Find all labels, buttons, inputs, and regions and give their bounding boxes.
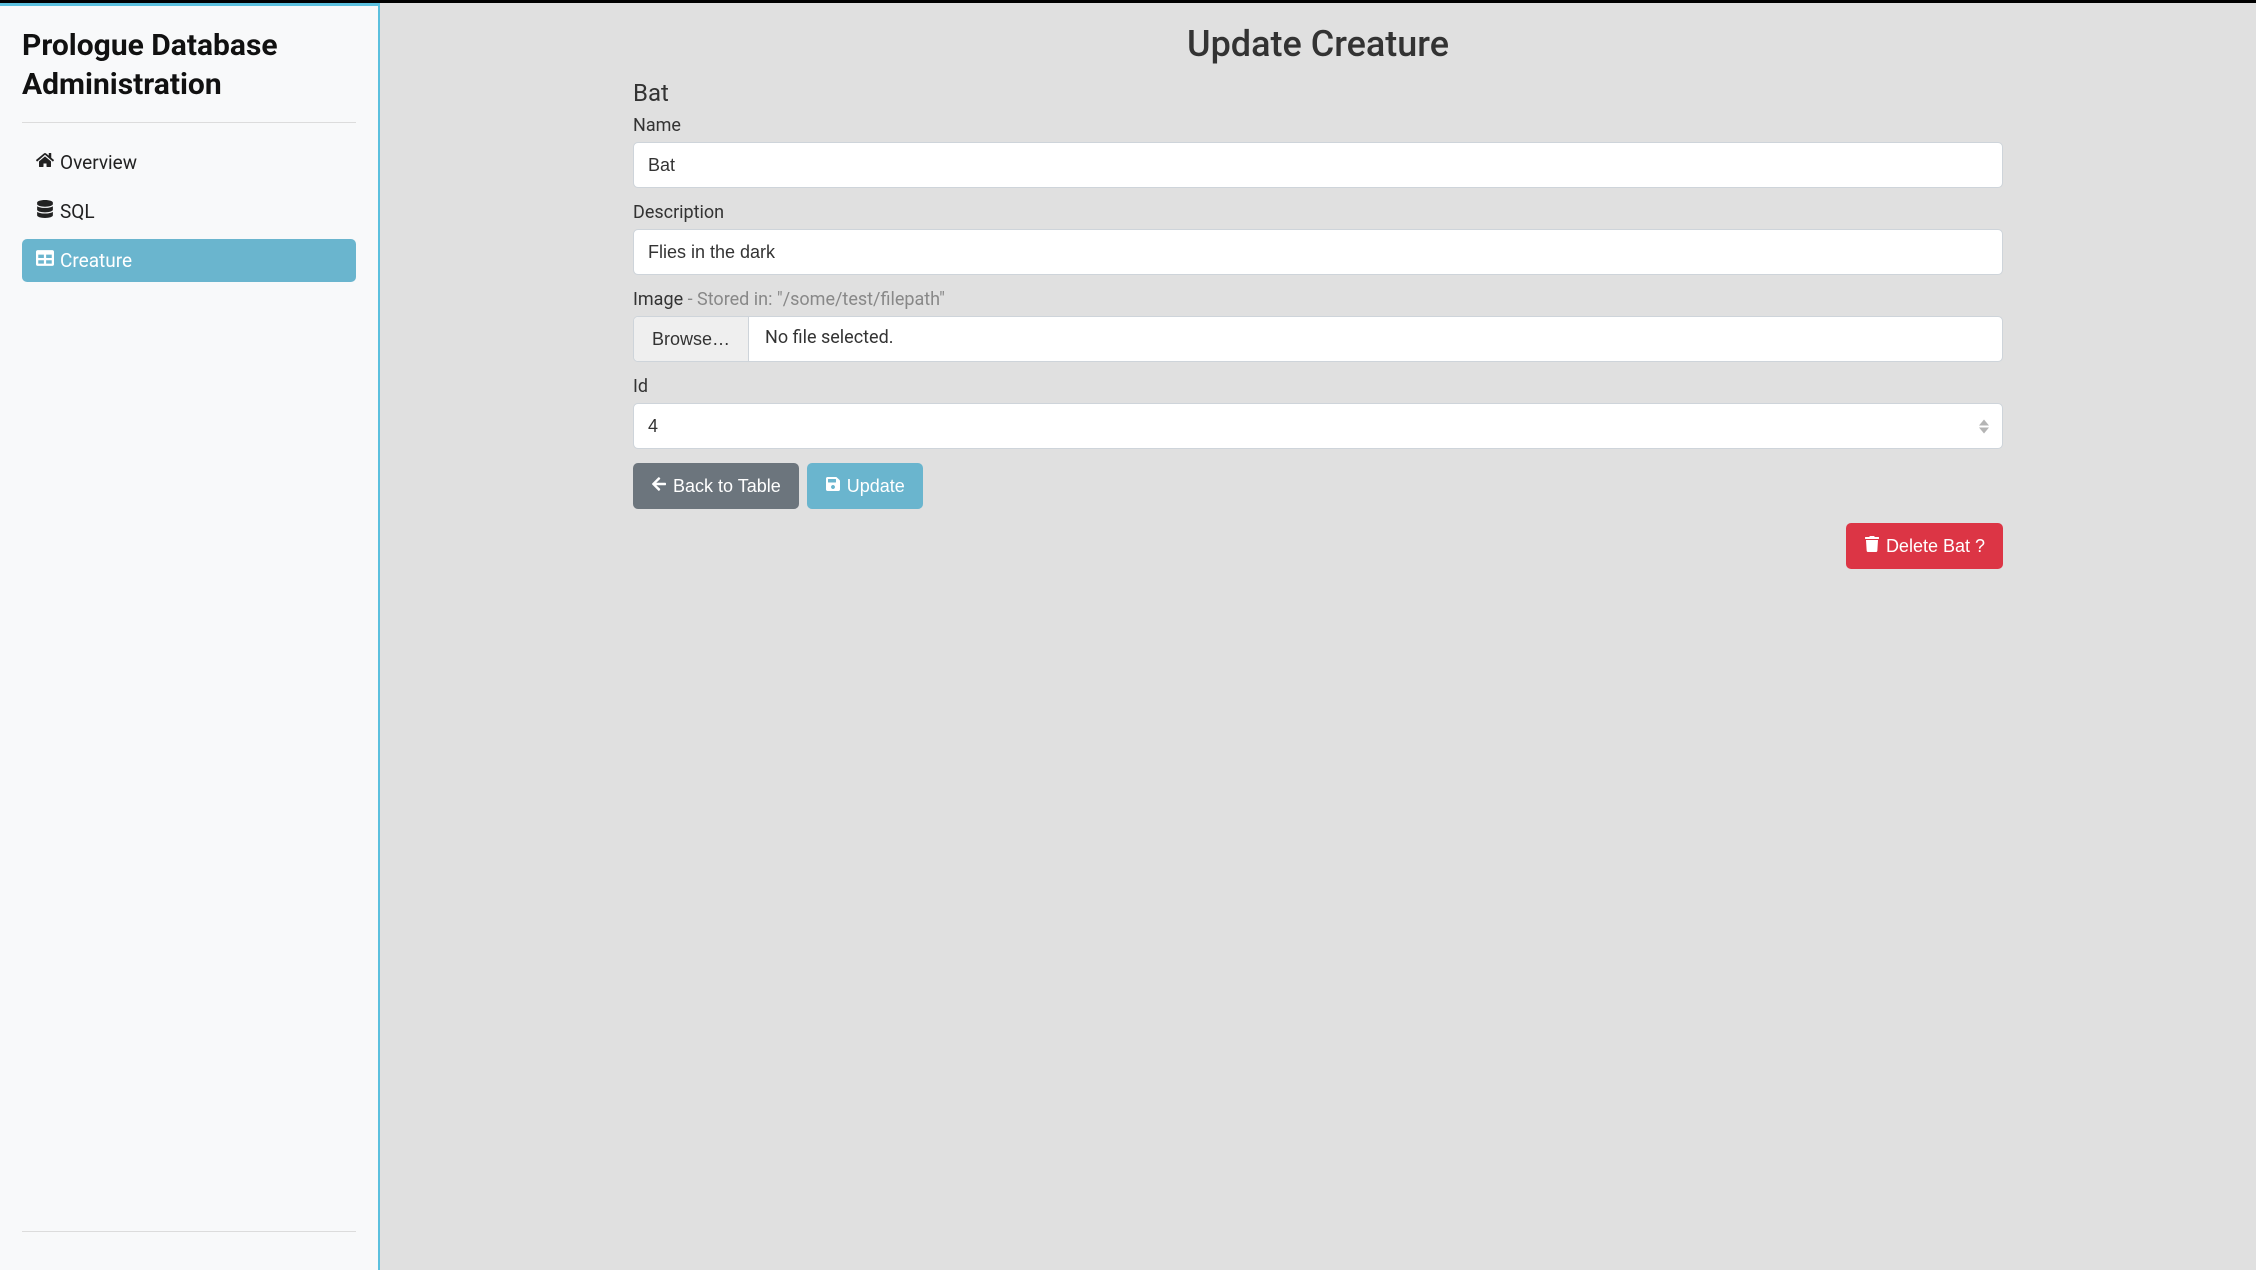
back-button-label: Back to Table xyxy=(673,476,781,497)
form-group-image: Image - Stored in: "/some/test/filepath"… xyxy=(633,289,2003,362)
sidebar-item-label: Creature xyxy=(60,249,132,272)
entity-name: Bat xyxy=(633,79,2003,107)
name-label: Name xyxy=(633,115,2003,136)
form-group-description: Description xyxy=(633,202,2003,275)
divider xyxy=(22,1231,356,1232)
sidebar-item-label: SQL xyxy=(60,200,95,223)
id-input[interactable] xyxy=(633,403,2003,449)
sidebar-item-creature[interactable]: Creature xyxy=(22,239,356,282)
form-group-id: Id xyxy=(633,376,2003,449)
number-stepper-icon[interactable] xyxy=(1979,415,1995,437)
id-label: Id xyxy=(633,376,2003,397)
update-button-label: Update xyxy=(847,476,905,497)
database-icon xyxy=(36,200,54,223)
sidebar-item-sql[interactable]: SQL xyxy=(22,190,356,233)
chevron-up-icon xyxy=(1979,419,1989,426)
back-button[interactable]: Back to Table xyxy=(633,463,799,509)
file-status: No file selected. xyxy=(749,317,909,361)
form-group-name: Name xyxy=(633,115,2003,188)
sidebar: Prologue Database Administration Overvie… xyxy=(0,3,380,1270)
delete-row: Delete Bat ? xyxy=(633,523,2003,569)
divider xyxy=(22,122,356,123)
page-title: Update Creature xyxy=(380,23,2256,65)
image-hint: - Stored in: "/some/test/filepath" xyxy=(683,289,945,310)
delete-button-label: Delete Bat ? xyxy=(1886,536,1985,557)
sidebar-nav: Overview SQL Creature xyxy=(22,141,356,288)
save-icon xyxy=(825,476,841,497)
description-input[interactable] xyxy=(633,229,2003,275)
table-icon xyxy=(36,249,54,272)
arrow-left-icon xyxy=(651,476,667,497)
description-label: Description xyxy=(633,202,2003,223)
trash-icon xyxy=(1864,536,1880,557)
chevron-down-icon xyxy=(1979,427,1989,434)
home-icon xyxy=(36,151,54,174)
sidebar-item-overview[interactable]: Overview xyxy=(22,141,356,184)
main-content: Update Creature Bat Name Description Ima… xyxy=(380,3,2256,1270)
image-label-text: Image xyxy=(633,289,683,310)
action-row: Back to Table Update xyxy=(633,463,2003,509)
browse-button[interactable]: Browse… xyxy=(634,317,749,361)
file-input-row: Browse… No file selected. xyxy=(633,316,2003,362)
app-title: Prologue Database Administration xyxy=(22,26,356,104)
name-input[interactable] xyxy=(633,142,2003,188)
delete-button[interactable]: Delete Bat ? xyxy=(1846,523,2003,569)
update-button[interactable]: Update xyxy=(807,463,923,509)
sidebar-item-label: Overview xyxy=(60,151,137,174)
image-label: Image - Stored in: "/some/test/filepath" xyxy=(633,289,2003,310)
